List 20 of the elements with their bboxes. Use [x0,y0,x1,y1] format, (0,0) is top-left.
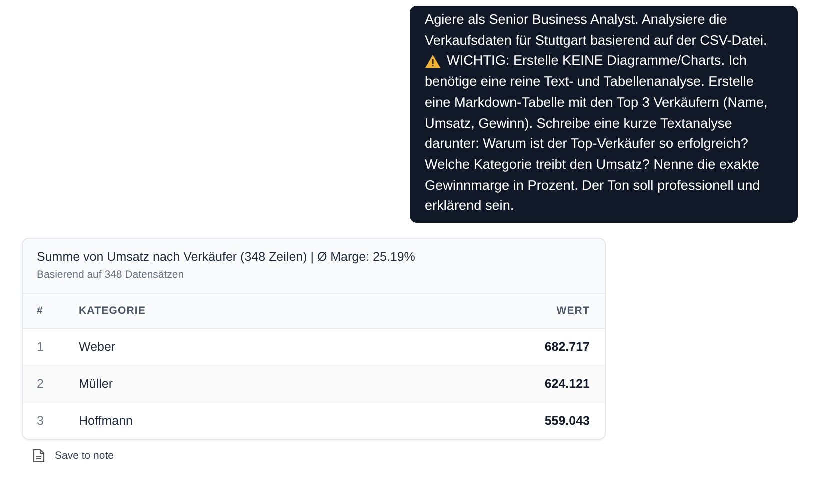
document-icon [33,449,45,464]
card-title: Summe von Umsatz nach Verkäufer (348 Zeilen) | Ø Marge: 25.19% [37,249,416,266]
table-cell: 2 [23,365,79,402]
table-cell: Weber [79,328,356,366]
column-header: WERT [356,294,605,328]
column-header: # [23,294,79,328]
save-to-note-button[interactable]: Save to note [33,449,114,464]
message-text: Agiere als Senior Business Analyst. Analysiere die Verkaufsdaten für Stuttgart basierend auf der CSV-Datei. [425,11,768,50]
table-cell: 559.043 [356,402,605,440]
message-text: benötige eine reine Text- und Tabellenanalyse. Erstelle eine Markdown-Tabelle mit den Top 3 Verkäufern (Name, Umsatz, Gewinn). Schreibe eine kurze Textanalyse darunter: Warum ist der Top-Verkäufer so erfolgreich? Welche Kategorie treibt den Umsatz? Nenne die exakte Gewinnmarge in Prozent. Der Ton soll professionell und erklärend sein. [425,73,769,216]
table-cell: 3 [23,402,79,440]
message-text: WICHTIG: Erstelle KEINE Diagramme/Charts. Ich [447,52,747,70]
column-header: KATEGORIE [79,294,356,328]
table-cell: 1 [23,328,79,366]
card-subtitle: Basierend auf 348 Datensätzen [37,269,186,282]
table-cell: 682.717 [356,328,605,366]
table-cell: 624.121 [356,365,605,402]
warning-icon [425,54,441,70]
table-cell: Hoffmann [79,402,356,440]
table-cell: Müller [79,365,356,402]
